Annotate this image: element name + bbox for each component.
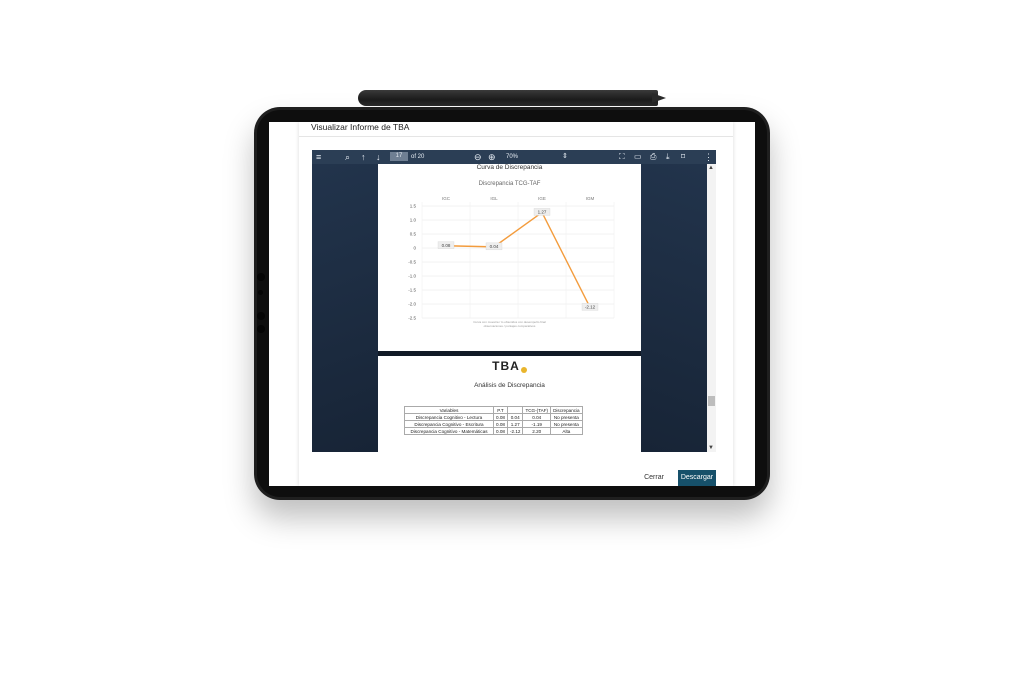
table-cell: 1.27 (506, 420, 524, 428)
y-tick-label: 0 (413, 246, 416, 251)
camera-dot-2 (257, 312, 265, 320)
table-cell: 0.04 (522, 413, 552, 421)
discrepancy-chart: 1.51.00.50-0.5-1.0-1.5-2.0-2.5IGC IGL IGE I… (408, 196, 615, 321)
x-tick-label: IGC (442, 196, 451, 201)
modal-divider (299, 136, 733, 137)
table-cell: 0.08 (493, 427, 508, 435)
data-label: 1.27 (538, 210, 547, 215)
download-icon[interactable]: ⤓ (666, 151, 670, 163)
table-row: Discrepancia Cognitivo - Escritura 0.08 … (404, 420, 583, 428)
x-tick-label: IGM (586, 196, 595, 201)
pdf-viewer: ≡ ⌕ ↑ ↓ 17 of 20 ⊖ ⊕ 70% ⇕ ⛶ ▭ ⎙ ⤓ ⌑ ⋮ C… (312, 150, 716, 452)
table-cell: Discrepancia Cognitivo - Escritura (404, 420, 494, 428)
zoom-in-icon[interactable]: ⊕ (488, 151, 496, 163)
stylus (358, 90, 658, 106)
discrepancy-table: Variables P.T TCG-(TAF) Discrepancia Dis… (404, 406, 583, 435)
viewer-right-panel (641, 164, 707, 452)
logo-text: TBA (492, 359, 520, 373)
table-row: Discrepancia Cognitivo - Lectura 0.08 0.… (404, 413, 583, 421)
data-label: -2.12 (585, 305, 596, 310)
pdf-page-chart: Curva de Discrepancia Discrepancia TCG-T… (378, 164, 641, 351)
menu-icon[interactable]: ≡ (316, 151, 321, 163)
y-tick-label: -0.5 (408, 260, 416, 265)
page-heading: Curva de Discrepancia (476, 164, 543, 171)
chart-title: Discrepancia TCG-TAF (478, 181, 541, 187)
scroll-thumb[interactable] (708, 396, 715, 406)
viewer-scrollbar[interactable]: ▲ ▼ (707, 164, 716, 452)
stylus-tip (652, 93, 666, 103)
table-header: TCG-(TAF) (522, 406, 552, 414)
y-tick-label: 1.5 (410, 204, 417, 209)
arrow-up-icon[interactable]: ↑ (361, 151, 366, 163)
modal-title: Visualizar Informe de TBA (311, 122, 410, 132)
table-cell: No presenta (550, 413, 583, 421)
table-cell: -2.12 (506, 427, 524, 435)
search-icon[interactable]: ⌕ (345, 151, 350, 163)
y-tick-label: 0.5 (410, 232, 417, 237)
scroll-up-icon[interactable]: ▲ (708, 165, 714, 171)
y-tick-label: -2.0 (408, 302, 416, 307)
table-cell: Alta (550, 427, 583, 435)
open-folder-icon[interactable]: ▭ (634, 151, 642, 163)
screen: Visualizar Informe de TBA ≡ ⌕ ↑ ↓ 17 of … (269, 122, 755, 486)
y-tick-label: -1.5 (408, 288, 416, 293)
more-icon[interactable]: ⋮ (704, 151, 713, 163)
y-tick-label: 1.0 (410, 218, 417, 223)
data-label: 0.08 (442, 243, 451, 248)
table-header: P.T (493, 406, 508, 414)
sensor-dot (258, 290, 263, 295)
zoom-select[interactable]: 70% (506, 152, 518, 162)
table-header (506, 406, 524, 414)
scroll-down-icon[interactable]: ▼ (708, 445, 714, 451)
close-button[interactable]: Cerrar (635, 470, 673, 486)
data-label: 0.04 (490, 244, 499, 249)
camera-dot-3 (257, 325, 265, 333)
x-tick-label: IGE (538, 196, 546, 201)
x-tick-label: IGL (490, 196, 498, 201)
logo-dot (520, 367, 527, 373)
zoom-out-icon[interactable]: ⊖ (474, 151, 482, 163)
chart-note-2: observaciones / puntajes comparativos (483, 324, 536, 328)
analysis-heading: Análisis de Discrepancia (474, 382, 545, 389)
table-cell: 2.20 (522, 427, 552, 435)
pdf-page-analysis: TBA Análisis de Discrepancia Variables P… (378, 356, 641, 452)
y-tick-label: -1.0 (408, 274, 416, 279)
zoom-stepper-icon[interactable]: ⇕ (562, 151, 568, 163)
page-number-input[interactable]: 17 (390, 152, 408, 161)
table-header: Variables (404, 406, 494, 414)
table-cell: 0.08 (493, 420, 508, 428)
print-icon[interactable]: ⎙ (650, 151, 656, 163)
table-header: Discrepancia (550, 406, 583, 414)
bookmark-icon[interactable]: ⌑ (681, 151, 685, 163)
table-cell: Discrepancia Cognitivo - Matemáticas (404, 427, 494, 435)
table-cell: 0.04 (506, 413, 524, 421)
page-total: of 20 (411, 154, 425, 160)
table-cell: No presenta (550, 420, 583, 428)
download-button[interactable]: Descargar (678, 470, 716, 486)
tba-logo: TBA (378, 359, 641, 373)
table-header-row: Variables P.T TCG-(TAF) Discrepancia (404, 406, 583, 414)
table-cell: -1.19 (522, 420, 552, 428)
viewer-left-panel (312, 164, 378, 452)
viewer-toolbar: ≡ ⌕ ↑ ↓ 17 of 20 ⊖ ⊕ 70% ⇕ ⛶ ▭ ⎙ ⤓ ⌑ ⋮ (312, 150, 716, 164)
arrow-down-icon[interactable]: ↓ (376, 151, 381, 163)
camera-dot (257, 273, 265, 281)
table-cell: Discrepancia Cognitivo - Lectura (404, 413, 494, 421)
table-cell: 0.08 (493, 413, 508, 421)
table-row: Discrepancia Cognitivo - Matemáticas 0.0… (404, 427, 583, 435)
fullscreen-icon[interactable]: ⛶ (619, 151, 625, 163)
